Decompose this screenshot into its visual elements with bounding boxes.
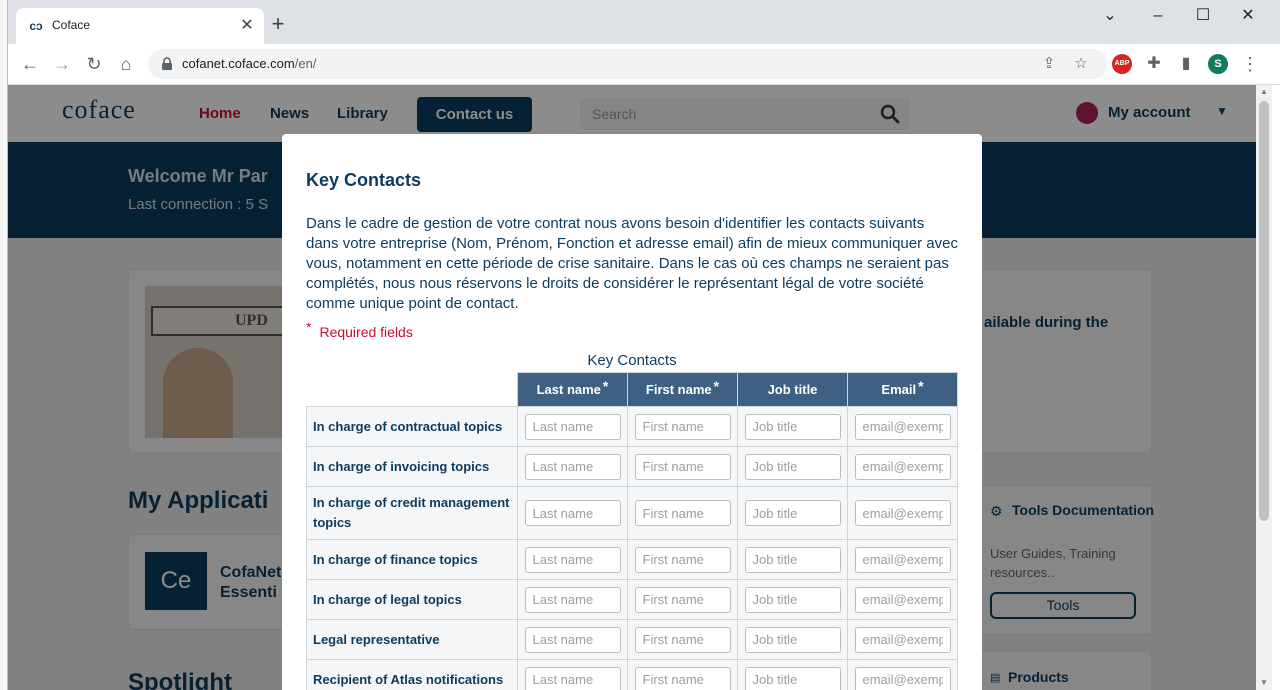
header-last-name: Last name * xyxy=(517,372,628,407)
header-first-name: First name * xyxy=(627,372,738,407)
browser-tab[interactable]: cɔ Coface ✕ xyxy=(16,8,264,44)
forward-icon[interactable]: → xyxy=(50,52,74,76)
email-input[interactable] xyxy=(854,626,951,653)
required-fields-note: * Required fields xyxy=(306,319,413,340)
modal-description: Dans le cadre de gestion de votre contra… xyxy=(306,215,958,312)
address-bar[interactable]: cofanet.coface.com/en/ ⇪ ☆ xyxy=(148,49,1108,79)
email-input[interactable] xyxy=(854,453,951,480)
back-icon[interactable]: ← xyxy=(18,52,42,76)
job-title-input[interactable] xyxy=(744,500,841,526)
page-scrollbar[interactable]: ▲ ▼ xyxy=(1256,85,1272,690)
browser-window: cɔ Coface ✕ + ⌄ – ☐ ✕ ← → ↻ ⌂ cofanet.co… xyxy=(8,0,1280,690)
browser-toolbar: ← → ↻ ⌂ cofanet.coface.com/en/ ⇪ ☆ ABP ✚… xyxy=(8,44,1280,85)
last-name-input[interactable] xyxy=(524,586,621,613)
tab-strip: cɔ Coface ✕ + ⌄ – ☐ ✕ xyxy=(8,0,1280,44)
row-label: Legal representative xyxy=(306,619,518,660)
job-title-input[interactable] xyxy=(744,626,841,653)
tab-search-chevron-icon[interactable]: ⌄ xyxy=(1090,4,1130,28)
desktop-edge xyxy=(0,0,8,690)
scroll-down-icon[interactable]: ▼ xyxy=(1256,676,1272,690)
reload-icon[interactable]: ↻ xyxy=(82,52,106,76)
url-text: cofanet.coface.com/en/ xyxy=(182,56,317,71)
row-label: In charge of finance topics xyxy=(306,539,518,580)
job-title-input[interactable] xyxy=(744,413,841,440)
share-icon[interactable]: ⇪ xyxy=(1040,55,1058,73)
home-icon[interactable]: ⌂ xyxy=(114,52,138,76)
profile-avatar[interactable]: S xyxy=(1208,54,1228,74)
table-caption: Key Contacts xyxy=(587,352,677,369)
lock-icon xyxy=(162,57,172,70)
row-label: In charge of legal topics xyxy=(306,579,518,620)
last-name-input[interactable] xyxy=(524,666,621,690)
first-name-input[interactable] xyxy=(634,586,731,613)
minimize-icon[interactable]: – xyxy=(1138,4,1178,28)
side-panel-icon[interactable]: ▮ xyxy=(1174,52,1198,76)
table-row: In charge of legal topics xyxy=(306,579,958,620)
table-row: In charge of contractual topics xyxy=(306,406,958,447)
job-title-input[interactable] xyxy=(744,586,841,613)
email-input[interactable] xyxy=(854,586,951,613)
modal-title: Key Contacts xyxy=(306,170,422,190)
scrollbar-thumb[interactable] xyxy=(1259,101,1269,521)
last-name-input[interactable] xyxy=(524,626,621,653)
bookmark-star-icon[interactable]: ☆ xyxy=(1072,55,1090,73)
job-title-input[interactable] xyxy=(744,546,841,573)
last-name-input[interactable] xyxy=(524,500,621,526)
row-label: In charge of invoicing topics xyxy=(306,446,518,487)
table-row: In charge of invoicing topics xyxy=(306,446,958,487)
last-name-input[interactable] xyxy=(524,413,621,440)
last-name-input[interactable] xyxy=(524,546,621,573)
adblock-icon[interactable]: ABP xyxy=(1112,54,1132,74)
table-row: Recipient of Atlas notifications xyxy=(306,659,958,690)
coface-logo-icon: cɔ xyxy=(29,19,43,33)
first-name-input[interactable] xyxy=(634,546,731,573)
first-name-input[interactable] xyxy=(634,626,731,653)
row-label: In charge of contractual topics xyxy=(306,406,518,447)
scroll-up-icon[interactable]: ▲ xyxy=(1256,85,1272,99)
close-window-icon[interactable]: ✕ xyxy=(1228,4,1268,28)
table-row: In charge of credit management topics xyxy=(306,486,958,540)
email-input[interactable] xyxy=(854,546,951,573)
row-label: In charge of credit management topics xyxy=(306,486,518,540)
first-name-input[interactable] xyxy=(634,666,731,690)
tab-title: Coface xyxy=(52,18,91,32)
first-name-input[interactable] xyxy=(634,413,731,440)
maximize-icon[interactable]: ☐ xyxy=(1183,4,1223,28)
table-row: Legal representative xyxy=(306,619,958,660)
email-input[interactable] xyxy=(854,666,951,690)
header-email: Email * xyxy=(847,372,958,407)
email-input[interactable] xyxy=(854,413,951,440)
browser-menu-icon[interactable]: ⋮ xyxy=(1238,52,1262,76)
first-name-input[interactable] xyxy=(634,500,731,526)
key-contacts-modal: Key Contacts Dans le cadre de gestion de… xyxy=(282,134,982,690)
job-title-input[interactable] xyxy=(744,453,841,480)
last-name-input[interactable] xyxy=(524,453,621,480)
table-row: In charge of finance topics xyxy=(306,539,958,580)
email-input[interactable] xyxy=(854,500,951,526)
close-tab-icon[interactable]: ✕ xyxy=(238,17,256,35)
extensions-puzzle-icon[interactable]: ✚ xyxy=(1142,52,1166,76)
header-blank-cell xyxy=(306,372,518,407)
new-tab-icon[interactable]: + xyxy=(266,13,290,37)
web-page: coface Home News Library Contact us Sear… xyxy=(8,85,1256,690)
table-header-row: Last name * First name * Job title Email * xyxy=(306,372,958,407)
row-label: Recipient of Atlas notifications xyxy=(306,659,518,690)
job-title-input[interactable] xyxy=(744,666,841,690)
first-name-input[interactable] xyxy=(634,453,731,480)
key-contacts-table: Last name * First name * Job title Email * … xyxy=(306,372,958,690)
header-job-title: Job title xyxy=(737,372,848,407)
